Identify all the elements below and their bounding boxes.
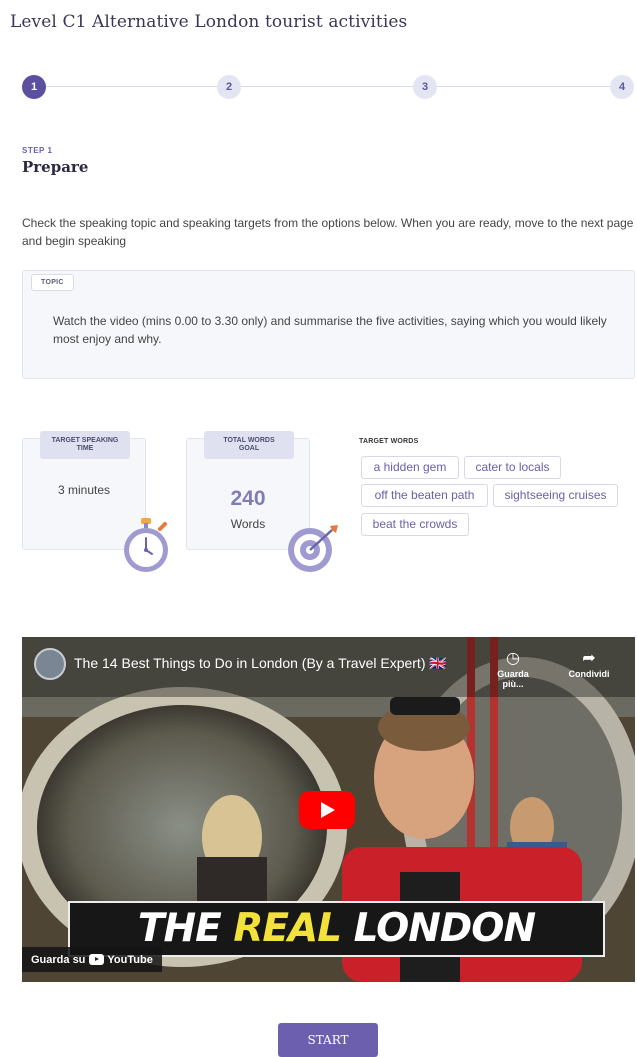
topic-tag: TOPIC — [31, 274, 74, 291]
youtube-logo: YouTube — [89, 953, 153, 966]
words-goal-number: 240 — [230, 487, 266, 510]
stepper: 1 2 3 4 — [22, 75, 634, 99]
start-button[interactable]: START — [278, 1023, 378, 1057]
youtube-play-icon — [89, 954, 105, 965]
instructions-text: Check the speaking topic and speaking ta… — [22, 216, 634, 248]
target-time-tag: TARGET SPEAKING TIME — [40, 431, 130, 459]
clock-icon: ◷ — [506, 650, 520, 667]
target-word-chip: sightseeing cruises — [493, 484, 618, 507]
banner-word-3: LONDON — [353, 906, 536, 951]
stopwatch-icon — [124, 518, 168, 572]
step-2-circle[interactable]: 2 — [217, 75, 241, 99]
share-icon: ➦ — [582, 650, 596, 667]
topic-box: TOPIC Watch the video (mins 0.00 to 3.30… — [22, 270, 635, 379]
step-1-circle[interactable]: 1 — [22, 75, 46, 99]
watch-later-button[interactable]: ◷ Guarda più... — [486, 649, 540, 689]
target-time-tag-line1: TARGET SPEAKING — [51, 437, 119, 444]
words-goal-tag-line2: GOAL — [238, 445, 260, 452]
banner-word-2: REAL — [233, 906, 342, 951]
share-label: Condividi — [568, 669, 610, 679]
watch-on-label: Guarda su — [31, 953, 86, 966]
target-time-value: 3 minutes — [57, 483, 111, 497]
page-title: Level C1 Alternative London tourist acti… — [10, 12, 408, 32]
words-goal-tag: TOTAL WORDS GOAL — [204, 431, 294, 459]
youtube-wordmark: YouTube — [107, 953, 153, 966]
video-title[interactable]: The 14 Best Things to Do in London (By a… — [74, 655, 447, 672]
target-word-chip: off the beaten path — [361, 484, 488, 507]
target-time-tag-line2: TIME — [76, 445, 94, 452]
channel-avatar[interactable] — [34, 648, 66, 680]
step-kicker: STEP 1 — [22, 146, 53, 155]
target-word-chip: a hidden gem — [361, 456, 459, 479]
banner-word-1: THE — [137, 906, 222, 951]
video-player[interactable]: The 14 Best Things to Do in London (By a… — [22, 637, 635, 982]
target-word-chip: beat the crowds — [361, 513, 469, 536]
topic-text: Watch the video (mins 0.00 to 3.30 only)… — [53, 314, 607, 346]
stepper-line — [36, 86, 620, 87]
share-button[interactable]: ➦ Condividi — [562, 649, 616, 679]
target-words-heading: TARGET WORDS — [359, 438, 419, 445]
target-icon — [288, 525, 338, 572]
step-heading: Prepare — [22, 158, 89, 176]
step-3-circle[interactable]: 3 — [413, 75, 437, 99]
watch-later-label: Guarda più... — [497, 669, 529, 689]
target-word-chip: cater to locals — [464, 456, 561, 479]
watch-on-youtube-link[interactable]: Guarda su YouTube — [22, 947, 162, 972]
step-4-circle[interactable]: 4 — [610, 75, 634, 99]
words-goal-tag-line1: TOTAL WORDS — [223, 437, 275, 444]
play-button[interactable] — [299, 791, 355, 829]
